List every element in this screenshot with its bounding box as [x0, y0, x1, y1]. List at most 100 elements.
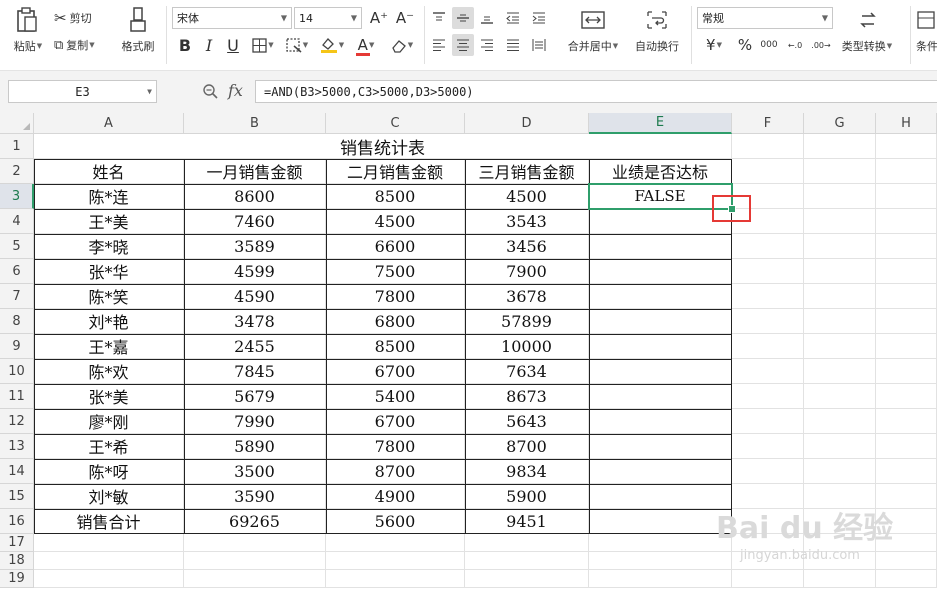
border-button[interactable]: ▼: [248, 34, 278, 56]
amount-cell[interactable]: 3500: [184, 459, 326, 484]
cell[interactable]: [326, 552, 465, 570]
amount-cell[interactable]: 3543: [465, 209, 589, 234]
result-cell[interactable]: [589, 309, 732, 334]
name-cell[interactable]: 刘*艳: [34, 309, 184, 334]
row-header-6[interactable]: 6: [0, 259, 34, 284]
cell[interactable]: [184, 552, 326, 570]
name-cell[interactable]: 张*美: [34, 384, 184, 409]
column-title-cell[interactable]: 三月销售金额: [465, 159, 589, 184]
column-header-e[interactable]: E: [589, 113, 732, 134]
align-center-button[interactable]: [452, 34, 474, 56]
shrink-font-button[interactable]: A⁻: [394, 7, 416, 29]
amount-cell[interactable]: 9451: [465, 509, 589, 534]
underline-button[interactable]: U: [222, 34, 244, 56]
type-convert-button[interactable]: 类型转换 ▼: [836, 38, 898, 54]
type-convert-icon[interactable]: [856, 8, 880, 32]
cell[interactable]: [876, 384, 937, 409]
format-painter-icon[interactable]: [126, 6, 150, 34]
name-cell[interactable]: 刘*敏: [34, 484, 184, 509]
thousands-button[interactable]: 000: [758, 34, 780, 56]
cell[interactable]: [804, 184, 876, 209]
row-header-18[interactable]: 18: [0, 552, 34, 570]
amount-cell[interactable]: 8500: [326, 184, 465, 209]
name-cell[interactable]: 销售合计: [34, 509, 184, 534]
cell[interactable]: [326, 570, 465, 588]
row-header-7[interactable]: 7: [0, 284, 34, 309]
amount-cell[interactable]: 7800: [326, 284, 465, 309]
result-cell[interactable]: [589, 359, 732, 384]
cell[interactable]: [876, 334, 937, 359]
amount-cell[interactable]: 6700: [326, 409, 465, 434]
cell[interactable]: [732, 134, 804, 159]
cell[interactable]: [732, 234, 804, 259]
cell[interactable]: [589, 552, 732, 570]
result-cell[interactable]: [589, 234, 732, 259]
result-cell[interactable]: [589, 459, 732, 484]
result-cell[interactable]: [589, 434, 732, 459]
row-header-11[interactable]: 11: [0, 384, 34, 409]
cell[interactable]: [804, 434, 876, 459]
cell[interactable]: [589, 534, 732, 552]
result-cell[interactable]: [589, 384, 732, 409]
clear-button[interactable]: ▼: [386, 34, 418, 56]
row-header-14[interactable]: 14: [0, 459, 34, 484]
cell[interactable]: [876, 259, 937, 284]
cell[interactable]: [804, 234, 876, 259]
paste-button[interactable]: 粘贴 ▼: [8, 38, 48, 54]
row-header-2[interactable]: 2: [0, 159, 34, 184]
name-cell[interactable]: 陈*笑: [34, 284, 184, 309]
align-top-button[interactable]: [428, 7, 450, 29]
cell[interactable]: [804, 159, 876, 184]
merge-center-button[interactable]: 合并居中 ▼: [562, 38, 624, 54]
cell[interactable]: [184, 534, 326, 552]
increase-indent-button[interactable]: [528, 7, 550, 29]
cell[interactable]: [184, 570, 326, 588]
cell[interactable]: [804, 334, 876, 359]
font-size-select[interactable]: 14 ▼: [294, 7, 362, 29]
conditional-format-button[interactable]: 条件: [916, 38, 937, 54]
amount-cell[interactable]: 5890: [184, 434, 326, 459]
amount-cell[interactable]: 4500: [326, 209, 465, 234]
align-middle-button[interactable]: [452, 7, 474, 29]
cell[interactable]: [732, 434, 804, 459]
cell[interactable]: [876, 359, 937, 384]
format-painter-button[interactable]: 格式刷: [114, 38, 162, 54]
row-header-3[interactable]: 3: [0, 184, 34, 209]
wrap-text-button[interactable]: 自动换行: [628, 38, 686, 54]
amount-cell[interactable]: 4590: [184, 284, 326, 309]
amount-cell[interactable]: 10000: [465, 334, 589, 359]
result-cell[interactable]: [589, 484, 732, 509]
cell[interactable]: [876, 552, 937, 570]
increase-decimal-button[interactable]: ←.0: [784, 34, 806, 56]
cell[interactable]: [34, 552, 184, 570]
amount-cell[interactable]: 5643: [465, 409, 589, 434]
cell[interactable]: [876, 570, 937, 588]
amount-cell[interactable]: 8500: [326, 334, 465, 359]
distributed-button[interactable]: [528, 34, 550, 56]
cell[interactable]: [804, 409, 876, 434]
row-header-19[interactable]: 19: [0, 570, 34, 588]
column-header-h[interactable]: H: [876, 113, 937, 134]
amount-cell[interactable]: 5900: [465, 484, 589, 509]
cell[interactable]: [876, 409, 937, 434]
amount-cell[interactable]: 9834: [465, 459, 589, 484]
amount-cell[interactable]: 4599: [184, 259, 326, 284]
align-right-button[interactable]: [476, 34, 498, 56]
cell[interactable]: [804, 384, 876, 409]
amount-cell[interactable]: 7500: [326, 259, 465, 284]
font-name-select[interactable]: 宋体 ▼: [172, 7, 292, 29]
name-cell[interactable]: 廖*刚: [34, 409, 184, 434]
name-box[interactable]: E3 ▼: [8, 80, 157, 103]
amount-cell[interactable]: 4900: [326, 484, 465, 509]
formula-input[interactable]: =AND(B3>5000,C3>5000,D3>5000): [255, 80, 937, 103]
amount-cell[interactable]: 6800: [326, 309, 465, 334]
name-cell[interactable]: 张*华: [34, 259, 184, 284]
result-cell[interactable]: [589, 409, 732, 434]
amount-cell[interactable]: 7634: [465, 359, 589, 384]
column-title-cell[interactable]: 业绩是否达标: [589, 159, 732, 184]
result-cell[interactable]: [589, 334, 732, 359]
grow-font-button[interactable]: A⁺: [368, 7, 390, 29]
column-header-d[interactable]: D: [465, 113, 589, 134]
paste-icon[interactable]: [14, 6, 40, 34]
cell[interactable]: [804, 259, 876, 284]
